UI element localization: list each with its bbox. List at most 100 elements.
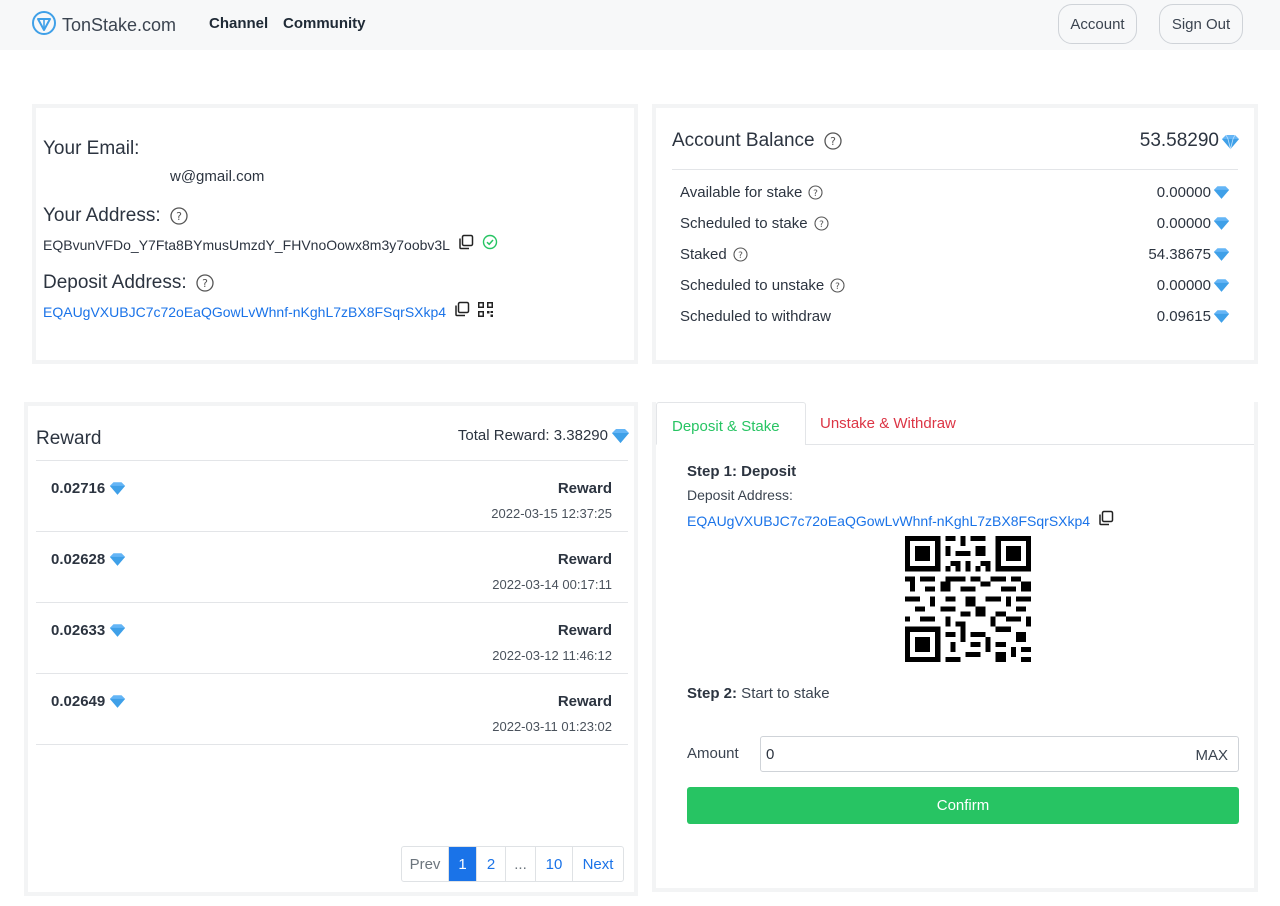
- tab-deposit-stake[interactable]: Deposit & Stake: [656, 402, 806, 445]
- reward-list-item: 0.02649 Reward 2022-03-11 01:23:02: [36, 674, 628, 745]
- reward-list-item: 0.02716 Reward 2022-03-15 12:37:25: [36, 461, 628, 532]
- step2-heading: Step 2: Start to stake: [687, 685, 830, 702]
- verified-check-icon: [482, 234, 498, 255]
- balance-row-scheduled-unstake: Scheduled to unstake? 0.00000: [680, 273, 1230, 297]
- balance-row-staked: Staked? 54.38675: [680, 242, 1230, 266]
- reward-list-item: 0.02633 Reward 2022-03-12 11:46:12: [36, 603, 628, 674]
- stake-card: Deposit & Stake Unstake & Withdraw Step …: [652, 402, 1258, 892]
- reward-amount: 0.02716: [51, 480, 106, 497]
- copy-icon[interactable]: [1098, 510, 1114, 531]
- ton-gem-icon: [109, 694, 126, 709]
- svg-text:?: ?: [835, 282, 840, 292]
- balance-card: Account Balance ? 53.58290 Available for…: [652, 104, 1258, 364]
- svg-text:?: ?: [813, 189, 818, 199]
- pagination-next[interactable]: Next: [573, 847, 623, 881]
- reward-title: Reward: [36, 428, 102, 449]
- confirm-button[interactable]: Confirm: [687, 787, 1239, 824]
- balance-row-label: Available for stake: [680, 183, 803, 201]
- ton-gem-icon: [1213, 216, 1230, 231]
- reward-type: Reward: [557, 622, 612, 639]
- nav-community-link[interactable]: Community: [283, 15, 366, 32]
- svg-text:?: ?: [176, 210, 182, 223]
- pagination-page-2[interactable]: 2: [477, 847, 506, 881]
- help-icon[interactable]: ?: [169, 207, 188, 225]
- balance-row-scheduled-withdraw: Scheduled to withdraw 0.09615: [680, 304, 1230, 328]
- ton-diamond-icon: [32, 10, 56, 41]
- svg-text:?: ?: [830, 135, 836, 148]
- divider: [672, 169, 1238, 170]
- step2-text: Start to stake: [737, 685, 830, 702]
- ton-gem-icon: [1213, 278, 1230, 293]
- svg-text:?: ?: [819, 220, 824, 230]
- amount-input[interactable]: 0 MAX: [760, 736, 1239, 772]
- brand-logo-link[interactable]: TonStake.com: [32, 10, 176, 41]
- max-button[interactable]: MAX: [1195, 747, 1228, 764]
- balance-row-value: 54.38675: [1148, 245, 1211, 263]
- total-reward: Total Reward: 3.38290: [457, 427, 608, 444]
- balance-total: 53.58290: [1139, 130, 1219, 151]
- pagination-prev[interactable]: Prev: [402, 847, 449, 881]
- step1-title: Step 1: Deposit: [687, 463, 797, 480]
- nav-channel-link[interactable]: Channel: [209, 15, 268, 32]
- ton-gem-icon: [109, 481, 126, 496]
- ton-gem-icon: [109, 623, 126, 638]
- reward-timestamp: 2022-03-12 11:46:12: [492, 648, 612, 663]
- email-value: w@gmail.com: [170, 168, 265, 185]
- pagination-page-10[interactable]: 10: [536, 847, 573, 881]
- ton-gem-icon: [109, 552, 126, 567]
- address-label: Your Address:: [43, 205, 161, 226]
- reward-card: Reward Total Reward: 3.38290 0.02716 Rew…: [24, 402, 638, 896]
- balance-row-available: Available for stake? 0.00000: [680, 180, 1230, 204]
- account-button[interactable]: Account: [1058, 4, 1137, 44]
- ton-gem-icon: [611, 428, 629, 443]
- amount-label: Amount: [687, 745, 739, 762]
- reward-type: Reward: [557, 480, 612, 497]
- reward-type: Reward: [557, 551, 612, 568]
- sign-out-button[interactable]: Sign Out: [1159, 4, 1243, 44]
- amount-value: 0: [766, 746, 775, 763]
- reward-amount: 0.02628: [51, 551, 106, 568]
- deposit-address-link[interactable]: EQAUgVXUBJC7c72oEaQGowLvWhnf-nKghL7zBX8F…: [687, 513, 1090, 529]
- reward-list-item: 0.02628 Reward 2022-03-14 00:17:11: [36, 532, 628, 603]
- ton-gem-icon: [1221, 134, 1239, 149]
- pagination-ellipsis: ...: [506, 847, 536, 881]
- help-icon[interactable]: ?: [195, 274, 214, 292]
- qr-code-icon[interactable]: [478, 301, 494, 322]
- account-balance-title: Account Balance: [672, 130, 815, 151]
- deposit-qr-code: [905, 536, 1031, 662]
- help-icon[interactable]: ?: [814, 215, 829, 231]
- copy-icon[interactable]: [458, 234, 474, 255]
- svg-text:?: ?: [202, 277, 208, 290]
- svg-text:?: ?: [738, 251, 743, 261]
- reward-type: Reward: [557, 693, 612, 710]
- deposit-address-link[interactable]: EQAUgVXUBJC7c72oEaQGowLvWhnf-nKghL7zBX8F…: [43, 304, 446, 320]
- copy-icon[interactable]: [454, 301, 470, 322]
- profile-card: Your Email: w@gmail.com Your Address: ? …: [32, 104, 638, 364]
- email-label: Your Email:: [43, 138, 140, 159]
- balance-row-value: 0.00000: [1156, 214, 1211, 232]
- ton-gem-icon: [1213, 247, 1230, 262]
- balance-row-value: 0.00000: [1156, 183, 1211, 201]
- reward-amount: 0.02633: [51, 622, 106, 639]
- reward-timestamp: 2022-03-11 01:23:02: [492, 719, 612, 734]
- tab-unstake-withdraw[interactable]: Unstake & Withdraw: [820, 415, 956, 432]
- step2-prefix: Step 2:: [687, 685, 738, 702]
- help-icon[interactable]: ?: [808, 184, 823, 200]
- pagination-page-1[interactable]: 1: [449, 847, 477, 881]
- reward-timestamp: 2022-03-14 00:17:11: [492, 577, 612, 592]
- balance-row-label: Scheduled to stake: [680, 214, 808, 232]
- ton-gem-icon: [1213, 309, 1230, 324]
- reward-timestamp: 2022-03-15 12:37:25: [491, 506, 612, 521]
- balance-row-value: 0.00000: [1156, 276, 1211, 294]
- balance-row-value: 0.09615: [1156, 307, 1211, 325]
- balance-row-label: Scheduled to withdraw: [680, 307, 831, 325]
- help-icon[interactable]: ?: [823, 132, 842, 150]
- help-icon[interactable]: ?: [830, 277, 845, 293]
- brand-name: TonStake.com: [62, 15, 177, 35]
- balance-row-label: Staked: [680, 245, 727, 263]
- ton-gem-icon: [1213, 185, 1230, 200]
- reward-amount: 0.02649: [51, 693, 106, 710]
- help-icon[interactable]: ?: [733, 246, 748, 262]
- balance-row-scheduled-stake: Scheduled to stake? 0.00000: [680, 211, 1230, 235]
- deposit-address-label: Deposit Address:: [43, 272, 187, 293]
